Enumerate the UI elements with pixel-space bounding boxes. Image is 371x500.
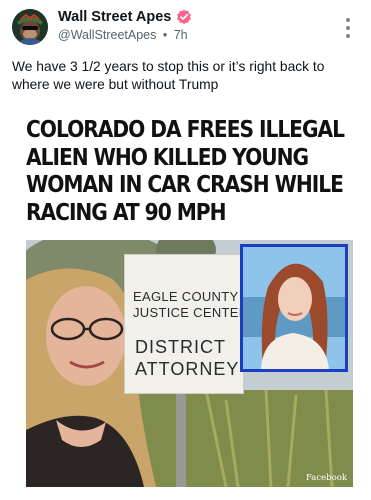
post-text: We have 3 1/2 years to stop this or it’s… bbox=[12, 59, 325, 92]
inset-portrait bbox=[243, 247, 345, 369]
more-dot bbox=[346, 26, 350, 30]
handle-line: @WallStreetApes • 7h bbox=[58, 28, 188, 42]
justice-center-sign: EAGLE COUNTY JUSTICE CENTER DISTRICT ATT… bbox=[124, 254, 248, 394]
timestamp[interactable]: 7h bbox=[174, 28, 188, 42]
ape-avatar-icon bbox=[12, 9, 48, 45]
separator: • bbox=[162, 28, 168, 42]
news-photo: EAGLE COUNTY JUSTICE CENTER DISTRICT ATT… bbox=[26, 240, 353, 487]
more-dot bbox=[346, 34, 350, 38]
sign-line-2: JUSTICE CENTER bbox=[133, 305, 249, 320]
handle[interactable]: @WallStreetApes bbox=[58, 28, 156, 42]
inset-photo bbox=[240, 244, 348, 372]
display-name-text: Wall Street Apes bbox=[58, 9, 172, 25]
sign-line-3: DISTRICT bbox=[135, 337, 226, 357]
more-vertical-icon[interactable] bbox=[339, 16, 357, 40]
facebook-watermark: Facebook bbox=[305, 473, 347, 483]
post-header: Wall Street Apes @WallStreetApes • 7h bbox=[0, 0, 371, 56]
sign-line-4: ATTORNEY bbox=[135, 359, 240, 379]
verified-badge-icon bbox=[177, 9, 192, 25]
display-name[interactable]: Wall Street Apes bbox=[58, 9, 192, 25]
avatar[interactable] bbox=[12, 9, 48, 45]
headline: COLORADO DA FREES ILLEGAL ALIEN WHO KILL… bbox=[26, 115, 345, 226]
sign-line-1: EAGLE COUNTY bbox=[133, 289, 239, 304]
media-card[interactable]: COLORADO DA FREES ILLEGAL ALIEN WHO KILL… bbox=[26, 112, 353, 487]
more-dot bbox=[346, 18, 350, 22]
